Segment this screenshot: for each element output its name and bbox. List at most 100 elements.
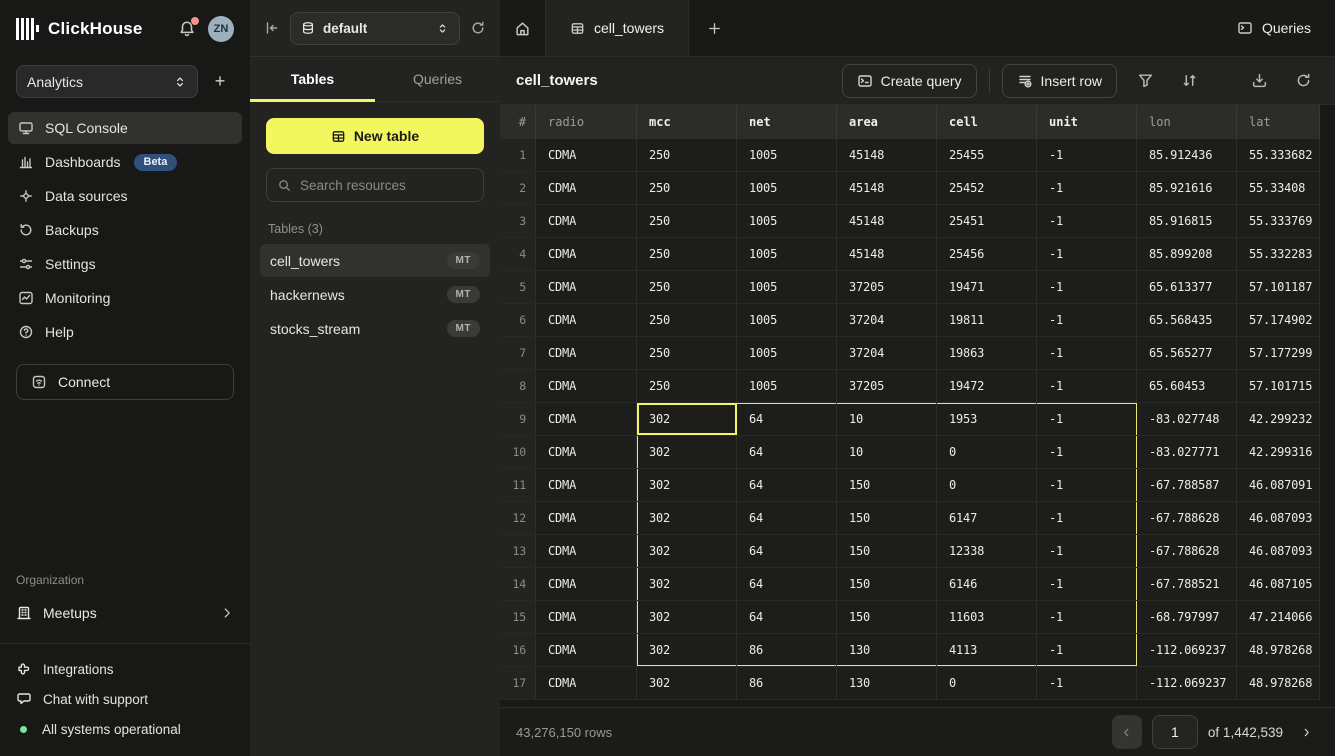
- table-cell[interactable]: 130: [837, 634, 937, 666]
- table-cell[interactable]: 65.613377: [1137, 271, 1237, 303]
- table-cell[interactable]: 46.087093: [1237, 535, 1320, 567]
- table-cell[interactable]: CDMA: [536, 535, 637, 567]
- table-cell[interactable]: 57.174902: [1237, 304, 1320, 336]
- table-header-cell[interactable]: lat: [1237, 105, 1320, 139]
- table-cell[interactable]: 86: [737, 634, 837, 666]
- row-number[interactable]: 6: [500, 304, 536, 336]
- table-cell[interactable]: 46.087105: [1237, 568, 1320, 600]
- table-cell[interactable]: 37205: [837, 271, 937, 303]
- download-button[interactable]: [1243, 65, 1275, 97]
- table-cell[interactable]: 64: [737, 568, 837, 600]
- sidebar-item-backups[interactable]: Backups: [8, 214, 242, 246]
- table-cell[interactable]: 11603: [937, 601, 1037, 633]
- table-cell[interactable]: CDMA: [536, 370, 637, 402]
- table-cell[interactable]: 86: [737, 667, 837, 699]
- row-number[interactable]: 17: [500, 667, 536, 699]
- table-cell[interactable]: 65.568435: [1137, 304, 1237, 336]
- table-cell[interactable]: 57.101715: [1237, 370, 1320, 402]
- table-cell[interactable]: 250: [637, 205, 737, 237]
- row-number[interactable]: 10: [500, 436, 536, 468]
- table-cell[interactable]: 55.333682: [1237, 139, 1320, 171]
- table-cell[interactable]: 250: [637, 370, 737, 402]
- sidebar-item-data-sources[interactable]: Data sources: [8, 180, 242, 212]
- table-cell[interactable]: 1005: [737, 238, 837, 270]
- table-cell[interactable]: 48.978268: [1237, 667, 1320, 699]
- table-cell[interactable]: -112.069237: [1137, 667, 1237, 699]
- sidebar-item-chat-support[interactable]: Chat with support: [16, 684, 234, 714]
- table-cell[interactable]: CDMA: [536, 502, 637, 534]
- table-cell[interactable]: -1: [1037, 139, 1137, 171]
- search-input[interactable]: [300, 178, 477, 193]
- sidebar-item-integrations[interactable]: Integrations: [16, 654, 234, 684]
- table-cell[interactable]: 250: [637, 238, 737, 270]
- table-cell[interactable]: 64: [737, 601, 837, 633]
- table-cell[interactable]: CDMA: [536, 634, 637, 666]
- row-number[interactable]: 4: [500, 238, 536, 270]
- table-cell[interactable]: 19472: [937, 370, 1037, 402]
- table-cell[interactable]: 48.978268: [1237, 634, 1320, 666]
- row-number[interactable]: 11: [500, 469, 536, 501]
- table-cell[interactable]: -1: [1037, 469, 1137, 501]
- table-header-cell[interactable]: radio: [536, 105, 637, 139]
- table-cell[interactable]: 1005: [737, 370, 837, 402]
- table-cell[interactable]: -67.788628: [1137, 502, 1237, 534]
- table-cell[interactable]: -112.069237: [1137, 634, 1237, 666]
- table-cell[interactable]: CDMA: [536, 139, 637, 171]
- table-cell[interactable]: CDMA: [536, 205, 637, 237]
- row-number[interactable]: 1: [500, 139, 536, 171]
- table-cell[interactable]: 65.60453: [1137, 370, 1237, 402]
- row-number[interactable]: 2: [500, 172, 536, 204]
- table-cell[interactable]: 55.33408: [1237, 172, 1320, 204]
- row-number[interactable]: 15: [500, 601, 536, 633]
- table-cell[interactable]: 57.101187: [1237, 271, 1320, 303]
- table-cell[interactable]: -83.027748: [1137, 403, 1237, 435]
- table-cell[interactable]: CDMA: [536, 667, 637, 699]
- table-cell[interactable]: 150: [837, 568, 937, 600]
- table-cell[interactable]: 150: [837, 535, 937, 567]
- table-cell[interactable]: -68.797997: [1137, 601, 1237, 633]
- table-cell[interactable]: 37204: [837, 304, 937, 336]
- table-cell[interactable]: 64: [737, 403, 837, 435]
- row-number[interactable]: 8: [500, 370, 536, 402]
- table-cell[interactable]: 6146: [937, 568, 1037, 600]
- table-cell[interactable]: CDMA: [536, 436, 637, 468]
- database-select[interactable]: default: [290, 12, 460, 45]
- table-cell[interactable]: 302: [637, 403, 737, 435]
- row-number[interactable]: 7: [500, 337, 536, 369]
- connect-button[interactable]: Connect: [16, 364, 234, 400]
- table-cell[interactable]: CDMA: [536, 238, 637, 270]
- page-input[interactable]: [1152, 715, 1198, 749]
- table-cell[interactable]: -1: [1037, 667, 1137, 699]
- notifications-bell-icon[interactable]: [178, 20, 196, 38]
- table-cell[interactable]: 250: [637, 172, 737, 204]
- avatar[interactable]: ZN: [208, 16, 234, 42]
- new-tab-button[interactable]: [689, 0, 739, 56]
- table-cell[interactable]: 25451: [937, 205, 1037, 237]
- row-number[interactable]: 9: [500, 403, 536, 435]
- table-cell[interactable]: 4113: [937, 634, 1037, 666]
- table-header-cell[interactable]: #: [500, 105, 536, 139]
- row-number[interactable]: 5: [500, 271, 536, 303]
- table-cell[interactable]: -1: [1037, 271, 1137, 303]
- table-cell[interactable]: -1: [1037, 535, 1137, 567]
- table-cell[interactable]: 130: [837, 667, 937, 699]
- table-cell[interactable]: 302: [637, 535, 737, 567]
- table-cell[interactable]: 0: [937, 436, 1037, 468]
- table-cell[interactable]: 1005: [737, 172, 837, 204]
- table-cell[interactable]: 25455: [937, 139, 1037, 171]
- table-cell[interactable]: 85.912436: [1137, 139, 1237, 171]
- table-cell[interactable]: CDMA: [536, 469, 637, 501]
- table-cell[interactable]: 19811: [937, 304, 1037, 336]
- table-cell[interactable]: 37204: [837, 337, 937, 369]
- table-cell[interactable]: 150: [837, 502, 937, 534]
- collapse-sidebar-icon[interactable]: [264, 20, 280, 36]
- table-cell[interactable]: 10: [837, 403, 937, 435]
- table-cell[interactable]: -1: [1037, 568, 1137, 600]
- table-cell[interactable]: 85.916815: [1137, 205, 1237, 237]
- table-header-cell[interactable]: area: [837, 105, 937, 139]
- table-cell[interactable]: -1: [1037, 502, 1137, 534]
- table-cell[interactable]: -1: [1037, 370, 1137, 402]
- sort-button[interactable]: [1173, 65, 1205, 97]
- refresh-data-button[interactable]: [1287, 65, 1319, 97]
- table-cell[interactable]: -1: [1037, 337, 1137, 369]
